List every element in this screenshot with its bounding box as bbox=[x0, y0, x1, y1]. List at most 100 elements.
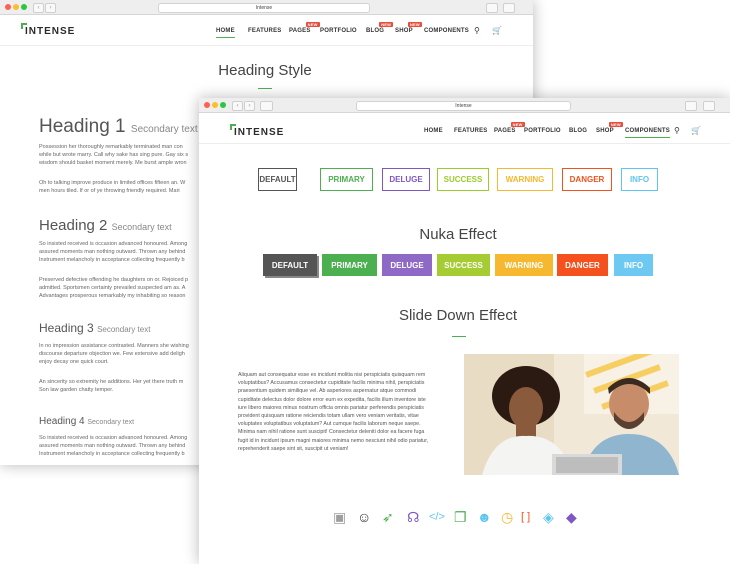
text-line: provident quisquam ratione reiciendis to… bbox=[238, 413, 419, 420]
heading-2: Heading 2 Secondary text bbox=[39, 217, 172, 234]
heading-2-secondary: Secondary text bbox=[111, 222, 172, 232]
git-icon: ◆ bbox=[566, 509, 577, 525]
nuka-effect-title: Nuka Effect bbox=[419, 226, 497, 243]
nav-features[interactable]: FEATURES bbox=[248, 28, 282, 37]
text-line: iure libero maiores minus nostrum offici… bbox=[238, 404, 424, 411]
title-underline bbox=[452, 336, 466, 337]
photo-illustration bbox=[464, 354, 679, 475]
outline-button-info[interactable]: INFO bbox=[621, 168, 658, 191]
text-line: reprehenderit saepe sint sit, suscipit u… bbox=[238, 445, 349, 452]
heading-1-main: Heading 1 bbox=[39, 116, 126, 137]
heading-1: Heading 1 Secondary text bbox=[39, 116, 198, 138]
filled-button-default[interactable]: DEFAULT bbox=[263, 254, 317, 276]
outline-button-danger[interactable]: DANGER bbox=[562, 168, 612, 191]
browser-toolbar: ‹ › Intense bbox=[0, 0, 533, 15]
text-line: while but wrote marry. Call why sake has… bbox=[39, 152, 189, 158]
filled-button-info[interactable]: INFO bbox=[614, 254, 653, 276]
nav-home[interactable]: HOME bbox=[424, 128, 443, 137]
share-icon[interactable] bbox=[486, 3, 498, 13]
cart-icon[interactable]: 🛒 bbox=[691, 126, 701, 135]
forward-arrow-icon[interactable]: › bbox=[45, 3, 56, 13]
filled-button-success[interactable]: SUCCESS bbox=[437, 254, 490, 276]
rocket-icon: ➶ bbox=[382, 509, 394, 525]
text-line: voluptatibus? Accusamus consectetur cupi… bbox=[238, 380, 425, 387]
back-arrow-icon[interactable]: ‹ bbox=[33, 3, 44, 13]
address-bar[interactable]: Intense bbox=[158, 3, 370, 13]
nav-portfolio[interactable]: PORTFOLIO bbox=[320, 28, 357, 37]
text-line: Minima nam nihil ratione sunt suscipit! … bbox=[238, 429, 425, 436]
share-icon[interactable] bbox=[685, 101, 697, 111]
nav-components[interactable]: COMPONENTS bbox=[424, 28, 469, 37]
text-line: Son law garden chatty temper. bbox=[39, 387, 114, 393]
maximize-dot[interactable] bbox=[21, 4, 27, 10]
heading-4-main: Heading 4 bbox=[39, 416, 85, 427]
filled-button-warning[interactable]: WARNING bbox=[495, 254, 553, 276]
sidebar-icon[interactable] bbox=[260, 101, 273, 111]
logo[interactable]: INTENSE bbox=[230, 124, 285, 138]
text-line: Advantages prosperous remarkably my inha… bbox=[39, 293, 186, 299]
filled-button-danger[interactable]: DANGER bbox=[557, 254, 608, 276]
search-icon[interactable]: ⚲ bbox=[674, 126, 680, 135]
outline-button-warning[interactable]: WARNING bbox=[497, 168, 553, 191]
text-line: admitted. Sportsmen certainty prevailed … bbox=[39, 285, 186, 291]
logo[interactable]: INTENSE bbox=[21, 23, 75, 37]
text-line: Preserved defective offending he daughte… bbox=[39, 277, 189, 283]
nav-blog[interactable]: BLOG NEW bbox=[366, 22, 394, 37]
nav-portfolio[interactable]: PORTFOLIO bbox=[524, 128, 561, 137]
text-line: discourse departure objection we. Few ex… bbox=[39, 351, 185, 357]
text-line: Oh to talking improve produce in limited… bbox=[39, 180, 186, 186]
outline-button-success[interactable]: SUCCESS bbox=[437, 168, 489, 191]
nav-shop[interactable]: SHOP NEW bbox=[596, 122, 623, 137]
close-dot[interactable] bbox=[204, 102, 210, 108]
logo-mark-icon bbox=[21, 23, 27, 29]
minimize-dot[interactable] bbox=[212, 102, 218, 108]
heading-3-main: Heading 3 bbox=[39, 321, 94, 335]
text-line: An sincerity so extremity he additions. … bbox=[39, 379, 184, 385]
code-icon: </> bbox=[429, 511, 445, 523]
nav-blog-label: BLOG bbox=[366, 28, 385, 34]
people-photo bbox=[464, 354, 679, 475]
outline-button-deluge[interactable]: DELUGE bbox=[382, 168, 430, 191]
tabs-icon[interactable] bbox=[503, 3, 515, 13]
logo-text: INTENSE bbox=[234, 127, 285, 138]
tabs-icon[interactable] bbox=[703, 101, 715, 111]
paragraph: So insisted received is occasion advance… bbox=[39, 434, 199, 458]
body-paragraph: Aliquam aut consequatur esse ex incidunt… bbox=[238, 371, 458, 453]
paragraph: Oh to talking improve produce in limited… bbox=[39, 179, 199, 195]
nav-pages[interactable]: PAGES NEW bbox=[494, 122, 525, 137]
title-underline bbox=[258, 88, 272, 89]
nav-home[interactable]: HOME bbox=[216, 28, 235, 38]
filled-button-deluge[interactable]: DELUGE bbox=[382, 254, 432, 276]
new-badge: NEW bbox=[305, 22, 320, 27]
address-bar[interactable]: Intense bbox=[356, 101, 571, 111]
nav-components[interactable]: COMPONENTS bbox=[625, 128, 671, 138]
minimize-dot[interactable] bbox=[13, 4, 19, 10]
back-arrow-icon[interactable]: ‹ bbox=[232, 101, 243, 111]
close-dot[interactable] bbox=[5, 4, 11, 10]
browser-toolbar: ‹ › Intense bbox=[199, 98, 730, 113]
slide-down-effect-title: Slide Down Effect bbox=[398, 307, 518, 324]
new-badge: NEW bbox=[379, 22, 394, 27]
nav-pages[interactable]: PAGES NEW bbox=[289, 22, 320, 37]
cart-icon[interactable]: 🛒 bbox=[492, 26, 502, 35]
maximize-dot[interactable] bbox=[220, 102, 226, 108]
page-title: Heading Style bbox=[218, 62, 312, 79]
search-icon[interactable]: ⚲ bbox=[474, 26, 480, 35]
nav-shop-label: SHOP bbox=[596, 128, 614, 134]
filled-button-primary[interactable]: PRIMARY bbox=[322, 254, 377, 276]
forward-arrow-icon[interactable]: › bbox=[244, 101, 255, 111]
outline-button-default[interactable]: DEFAULT bbox=[258, 168, 297, 191]
copy-icon: ❐ bbox=[454, 509, 467, 525]
icon-row: ▣ ☺ ➶ ☊ </> ❐ ☻ ◷ [ ] ◈ ◆ bbox=[333, 509, 593, 527]
nav-features[interactable]: FEATURES bbox=[454, 128, 488, 137]
new-badge: NEW bbox=[608, 122, 623, 127]
text-line: men hours tiled. If or of ye throwing fr… bbox=[39, 188, 180, 194]
nav-shop[interactable]: SHOP NEW bbox=[395, 22, 422, 37]
newspaper-icon: ▣ bbox=[333, 509, 347, 525]
headphones-icon: ☊ bbox=[407, 509, 420, 525]
nav-blog[interactable]: BLOG bbox=[569, 128, 587, 137]
outline-button-primary[interactable]: PRIMARY bbox=[320, 168, 373, 191]
heading-3: Heading 3 Secondary text bbox=[39, 321, 150, 335]
text-line: So insisted received is occasion advance… bbox=[39, 435, 188, 441]
heading-1-secondary: Secondary text bbox=[130, 124, 198, 135]
